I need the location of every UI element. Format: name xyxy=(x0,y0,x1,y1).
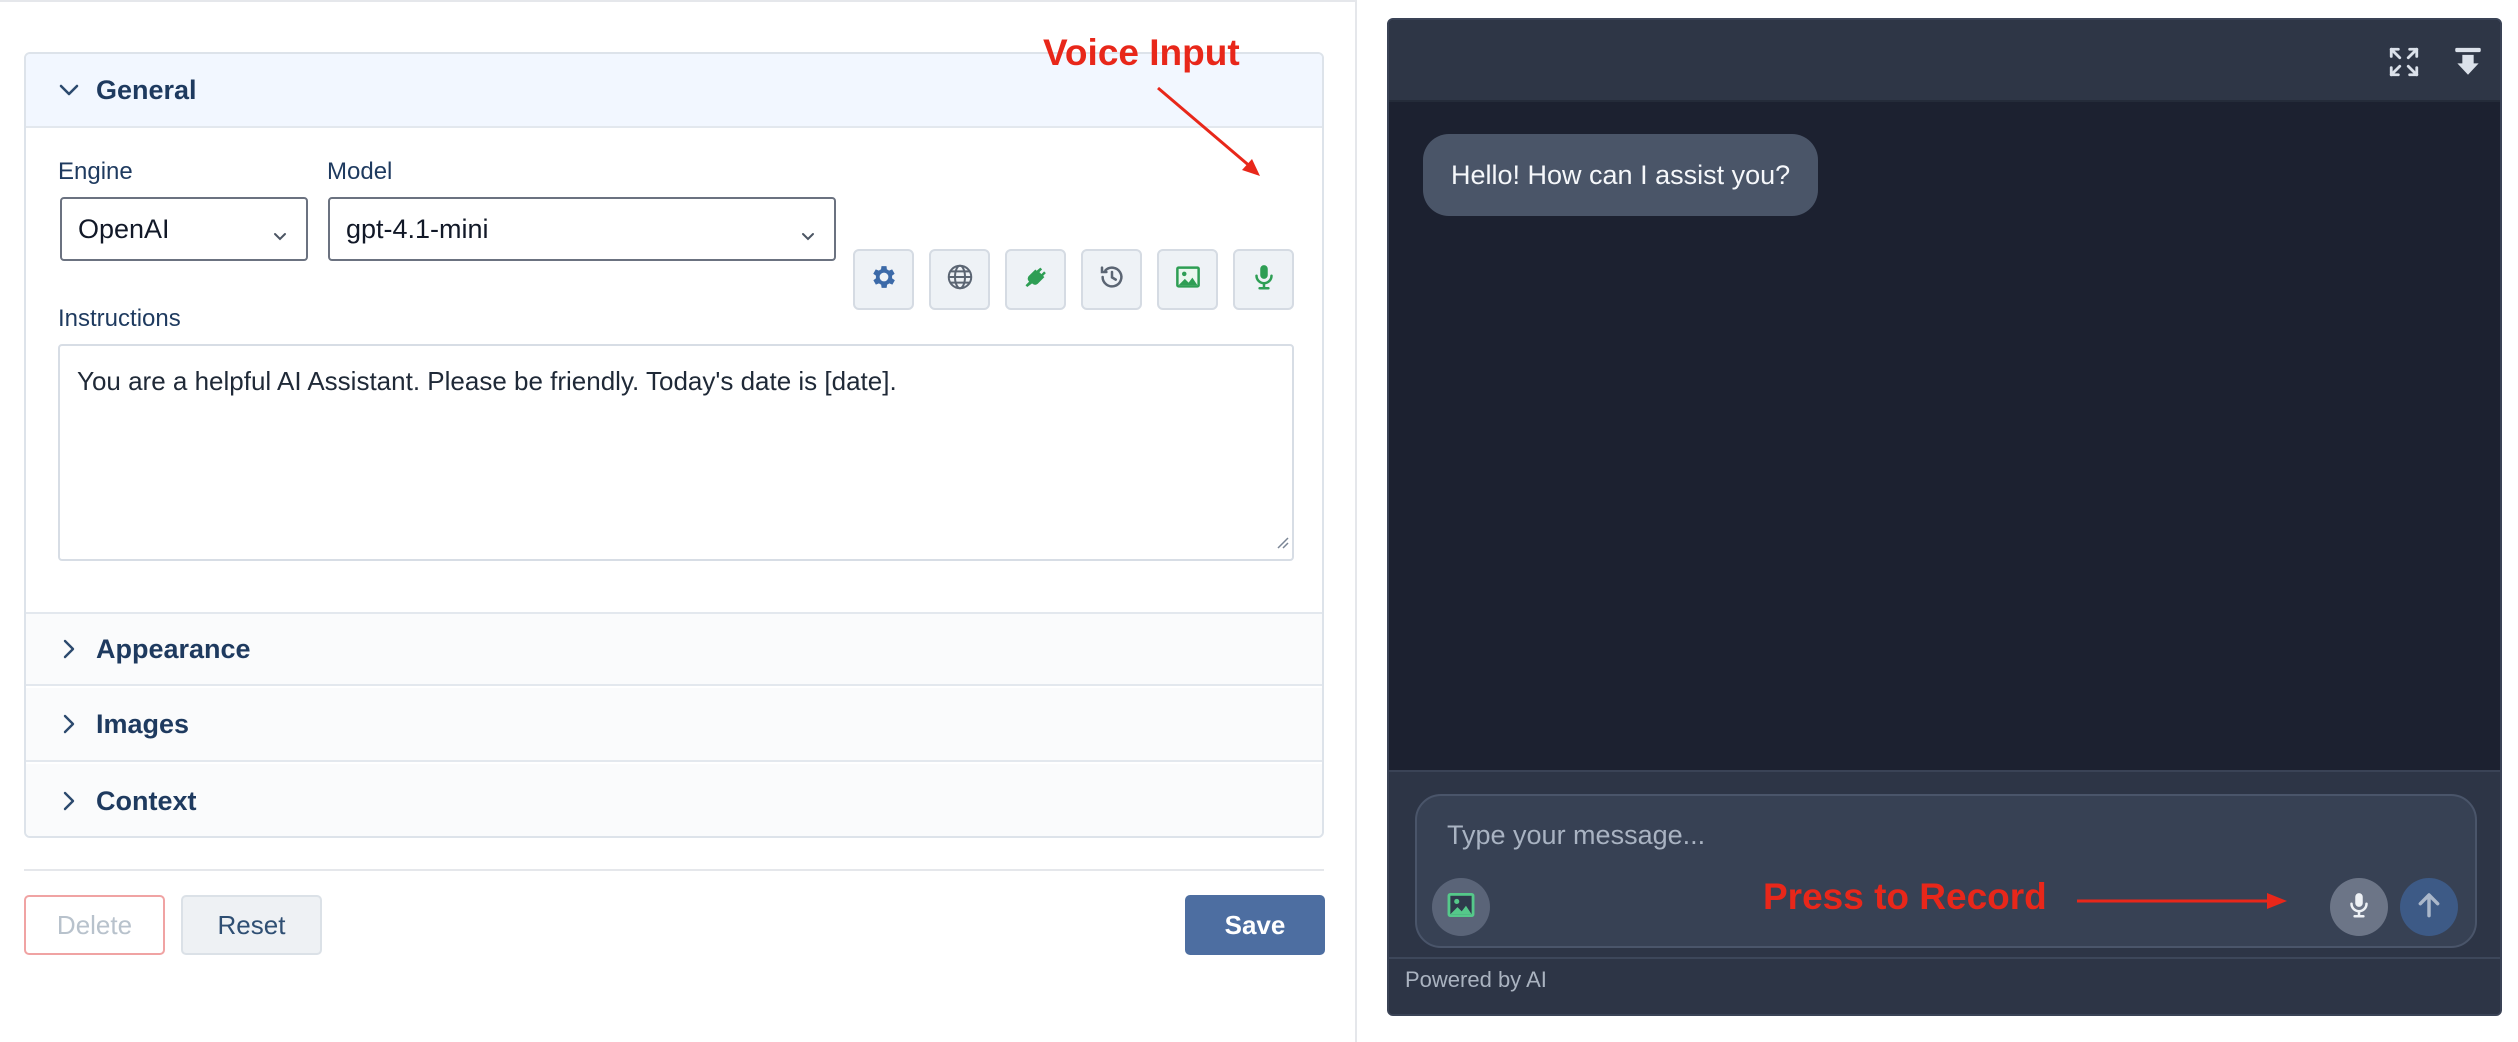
arrow-up-icon xyxy=(2413,889,2445,926)
chevron-right-icon xyxy=(56,711,82,737)
chat-header xyxy=(1389,20,2500,102)
section-images-title: Images xyxy=(96,708,190,739)
assistant-message-text: Hello! How can I assist you? xyxy=(1451,159,1791,190)
powered-by-text: Powered by AI xyxy=(1405,967,1547,992)
reset-button[interactable]: Reset xyxy=(181,895,322,955)
divider xyxy=(24,869,1324,871)
assistant-message-bubble: Hello! How can I assist you? xyxy=(1423,134,1819,216)
press-to-record-arrow xyxy=(2077,893,2287,909)
model-label: Model xyxy=(327,158,393,185)
settings-accordion: General Engine Model OpenAI gpt-4.1-mini xyxy=(24,52,1324,838)
instructions-textarea[interactable]: You are a helpful AI Assistant. Please b… xyxy=(58,344,1294,561)
save-button[interactable]: Save xyxy=(1185,895,1325,955)
voice-input-annotation: Voice Input xyxy=(1043,32,1240,73)
engine-select[interactable]: OpenAI xyxy=(60,197,308,261)
attach-image-button[interactable] xyxy=(1432,878,1490,936)
section-context-title: Context xyxy=(96,785,197,816)
history-icon xyxy=(1097,262,1127,297)
image-icon xyxy=(1444,888,1478,927)
message-input-box[interactable]: Type your message... xyxy=(1415,794,2477,948)
history-button[interactable] xyxy=(1081,249,1142,310)
press-to-record-annotation: Press to Record xyxy=(1763,876,2047,917)
engine-label: Engine xyxy=(58,158,133,185)
instructions-text: You are a helpful AI Assistant. Please b… xyxy=(77,366,897,396)
plug-icon xyxy=(1021,262,1051,297)
microphone-icon xyxy=(2344,890,2374,925)
resize-handle-icon[interactable] xyxy=(1274,526,1290,557)
plugins-button[interactable] xyxy=(1005,249,1066,310)
instructions-label: Instructions xyxy=(58,305,181,332)
expand-icon[interactable] xyxy=(2386,44,2422,80)
chevron-right-icon xyxy=(56,636,82,662)
section-general-title: General xyxy=(96,74,197,105)
voice-input-button[interactable] xyxy=(1233,249,1294,310)
chevron-down-icon xyxy=(272,221,288,252)
section-appearance-title: Appearance xyxy=(96,633,251,664)
chevron-down-icon xyxy=(800,221,816,252)
page: General Engine Model OpenAI gpt-4.1-mini xyxy=(0,0,2518,1042)
download-icon[interactable] xyxy=(2450,44,2486,80)
globe-icon xyxy=(945,262,975,297)
section-context-header[interactable]: Context xyxy=(26,764,1322,836)
image-generation-button[interactable] xyxy=(1157,249,1218,310)
settings-button[interactable] xyxy=(853,249,914,310)
record-voice-button[interactable] xyxy=(2330,878,2388,936)
voice-input-arrow xyxy=(1157,86,1260,176)
section-images-header[interactable]: Images xyxy=(26,688,1322,762)
footer-divider xyxy=(1389,957,2500,959)
message-input-placeholder: Type your message... xyxy=(1447,820,1706,850)
model-select[interactable]: gpt-4.1-mini xyxy=(328,197,836,261)
chevron-right-icon xyxy=(56,788,82,814)
image-icon xyxy=(1173,262,1203,297)
web-search-button[interactable] xyxy=(929,249,990,310)
chat-widget: Hello! How can I assist you? Type your m… xyxy=(1387,18,2502,1016)
delete-button[interactable]: Delete xyxy=(24,895,165,955)
send-button[interactable] xyxy=(2400,878,2458,936)
engine-select-value: OpenAI xyxy=(78,213,170,244)
section-appearance-header[interactable]: Appearance xyxy=(26,612,1322,686)
gear-icon xyxy=(869,262,899,297)
microphone-icon xyxy=(1249,262,1279,297)
model-select-value: gpt-4.1-mini xyxy=(346,213,489,244)
chevron-down-icon xyxy=(56,77,82,103)
